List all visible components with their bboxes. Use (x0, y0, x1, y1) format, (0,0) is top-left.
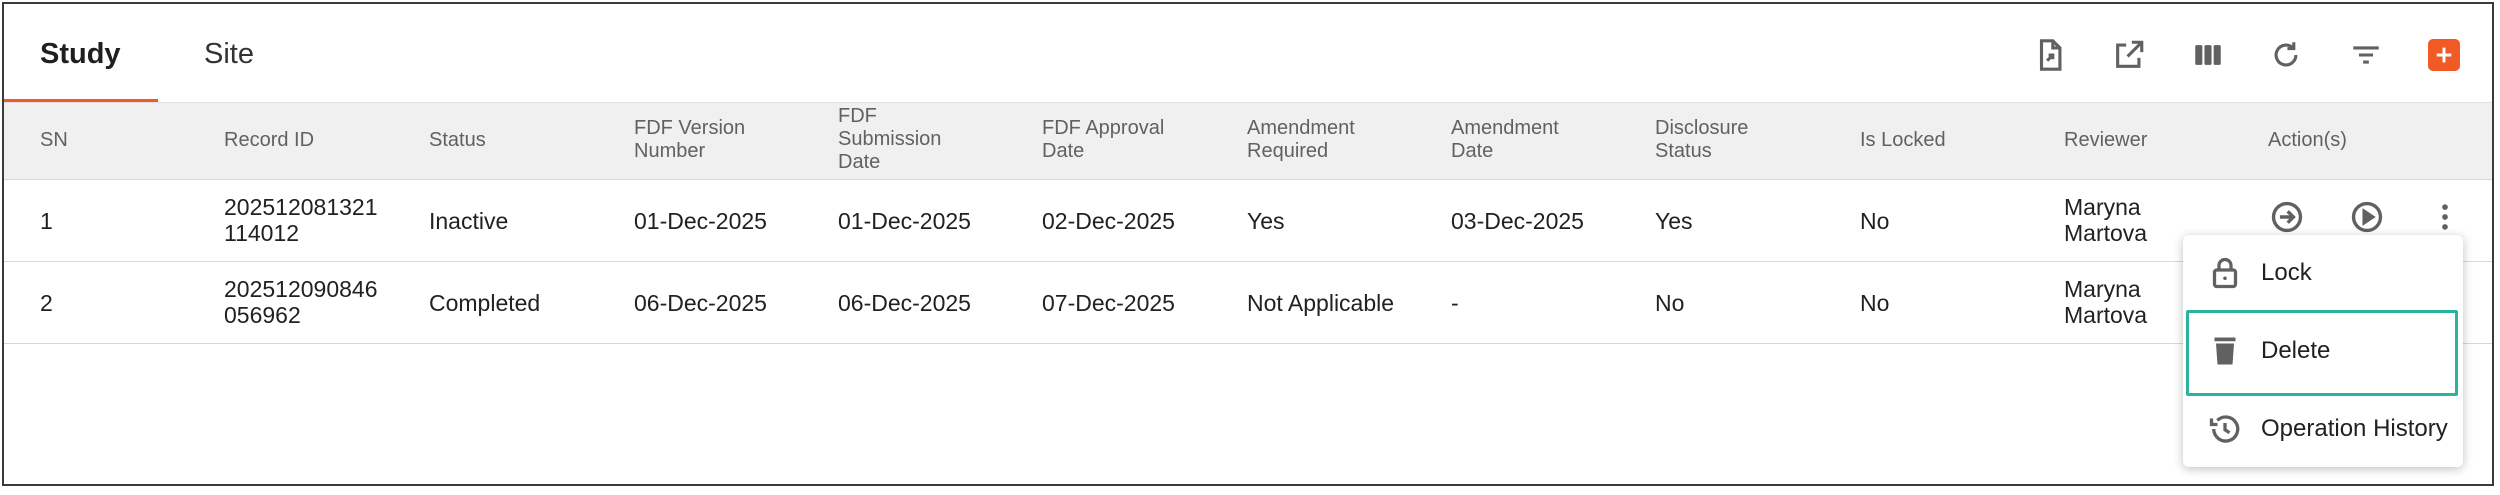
cell-fdf-version: 01-Dec-2025 (634, 208, 767, 234)
cell-is-locked: No (1860, 290, 1890, 316)
col-sn[interactable]: SN (40, 129, 68, 152)
tab-site[interactable]: Site (204, 38, 254, 71)
col-record-id[interactable]: Record ID (224, 129, 314, 152)
header-line: Date (1451, 140, 1494, 162)
header-line: Disclosure (1655, 117, 1749, 139)
cell-status: Completed (429, 290, 541, 316)
cell-amendment-required: Yes (1247, 208, 1285, 234)
header-line: Submission (838, 128, 942, 150)
header-line: Required (1247, 140, 1329, 162)
menu-item-label: Lock (2261, 259, 2312, 286)
header-line: Status (1655, 140, 1712, 162)
col-fdf-version[interactable]: FDF Version Number (634, 117, 745, 163)
menu-item-operation-history[interactable]: Operation History (2183, 391, 2463, 467)
add-icon[interactable] (2428, 39, 2460, 71)
cell-amendment-required: Not Applicable (1247, 290, 1395, 316)
filter-icon[interactable] (2346, 35, 2386, 75)
cell-fdf-version: 06-Dec-2025 (634, 290, 767, 316)
cell-line: 056962 (224, 302, 301, 328)
cell-line: 202512090846 (224, 276, 378, 302)
cell-sn: 1 (40, 208, 53, 234)
cell-line: Maryna (2064, 194, 2141, 220)
header-line: Date (1042, 140, 1085, 162)
more-vert-icon[interactable] (2428, 200, 2462, 234)
header-line: Amendment (1451, 117, 1559, 139)
header-line: FDF Version (634, 117, 746, 139)
col-reviewer[interactable]: Reviewer (2064, 129, 2147, 152)
cell-record-id: 202512090846 056962 (224, 276, 378, 328)
table-header: SN Record ID Status FDF Version Number F… (4, 103, 2492, 180)
lock-icon (2207, 255, 2243, 291)
header-line: FDF (838, 105, 877, 127)
col-is-locked[interactable]: Is Locked (1860, 129, 1946, 152)
cell-record-id: 202512081321 114012 (224, 194, 378, 246)
history-icon (2207, 411, 2243, 447)
play-circle-icon[interactable] (2350, 200, 2384, 234)
header-line: Amendment (1247, 117, 1355, 139)
col-actions: Action(s) (2268, 129, 2347, 151)
col-amendment-date[interactable]: Amendment Date (1451, 117, 1559, 163)
cell-reviewer: Maryna Martova (2064, 194, 2147, 246)
cell-fdf-submission: 01-Dec-2025 (838, 208, 971, 234)
cell-line: Martova (2064, 220, 2148, 246)
cell-amendment-date: - (1451, 290, 1459, 316)
header-line: Number (634, 140, 706, 162)
col-fdf-submission-date[interactable]: FDF Submission Date (838, 105, 941, 174)
menu-item-label: Operation History (2261, 415, 2448, 442)
table-row[interactable]: 2 202512090846 056962 Completed 06-Dec-2… (4, 262, 2492, 344)
col-status[interactable]: Status (429, 129, 486, 152)
cell-disclosure-status: Yes (1655, 208, 1693, 234)
cell-line: 114012 (224, 220, 300, 246)
cell-fdf-approval: 02-Dec-2025 (1042, 208, 1175, 234)
cell-fdf-submission: 06-Dec-2025 (838, 290, 971, 316)
cell-status: Inactive (429, 208, 509, 234)
cell-disclosure-status: No (1655, 290, 1685, 316)
cell-sn: 2 (40, 290, 53, 316)
col-amendment-required[interactable]: Amendment Required (1247, 117, 1355, 163)
col-disclosure-status[interactable]: Disclosure Status (1655, 117, 1748, 163)
delete-highlight-box (2186, 310, 2458, 396)
refresh-icon[interactable] (2266, 35, 2306, 75)
col-fdf-approval-date[interactable]: FDF Approval Date (1042, 117, 1164, 163)
arrow-circle-icon[interactable] (2270, 200, 2304, 234)
tab-study[interactable]: Study (40, 38, 121, 71)
open-external-icon[interactable] (2109, 35, 2149, 75)
cell-amendment-date: 03-Dec-2025 (1451, 208, 1584, 234)
cell-reviewer: Maryna Martova (2064, 276, 2147, 328)
columns-icon[interactable] (2188, 35, 2228, 75)
cell-line: Maryna (2064, 276, 2141, 302)
cell-line: Martova (2064, 302, 2148, 328)
cell-is-locked: No (1860, 208, 1890, 234)
table-row[interactable]: 1 202512081321 114012 Inactive 01-Dec-20… (4, 180, 2492, 262)
cell-fdf-approval: 07-Dec-2025 (1042, 290, 1175, 316)
cell-line: 202512081321 (224, 194, 378, 220)
export-file-icon[interactable] (2030, 35, 2070, 75)
app-frame: Study Site SN Record ID Status FDF Versi… (2, 2, 2494, 486)
header-line: FDF Approval (1042, 117, 1165, 139)
menu-item-lock[interactable]: Lock (2183, 235, 2463, 311)
header-line: Date (838, 151, 881, 173)
